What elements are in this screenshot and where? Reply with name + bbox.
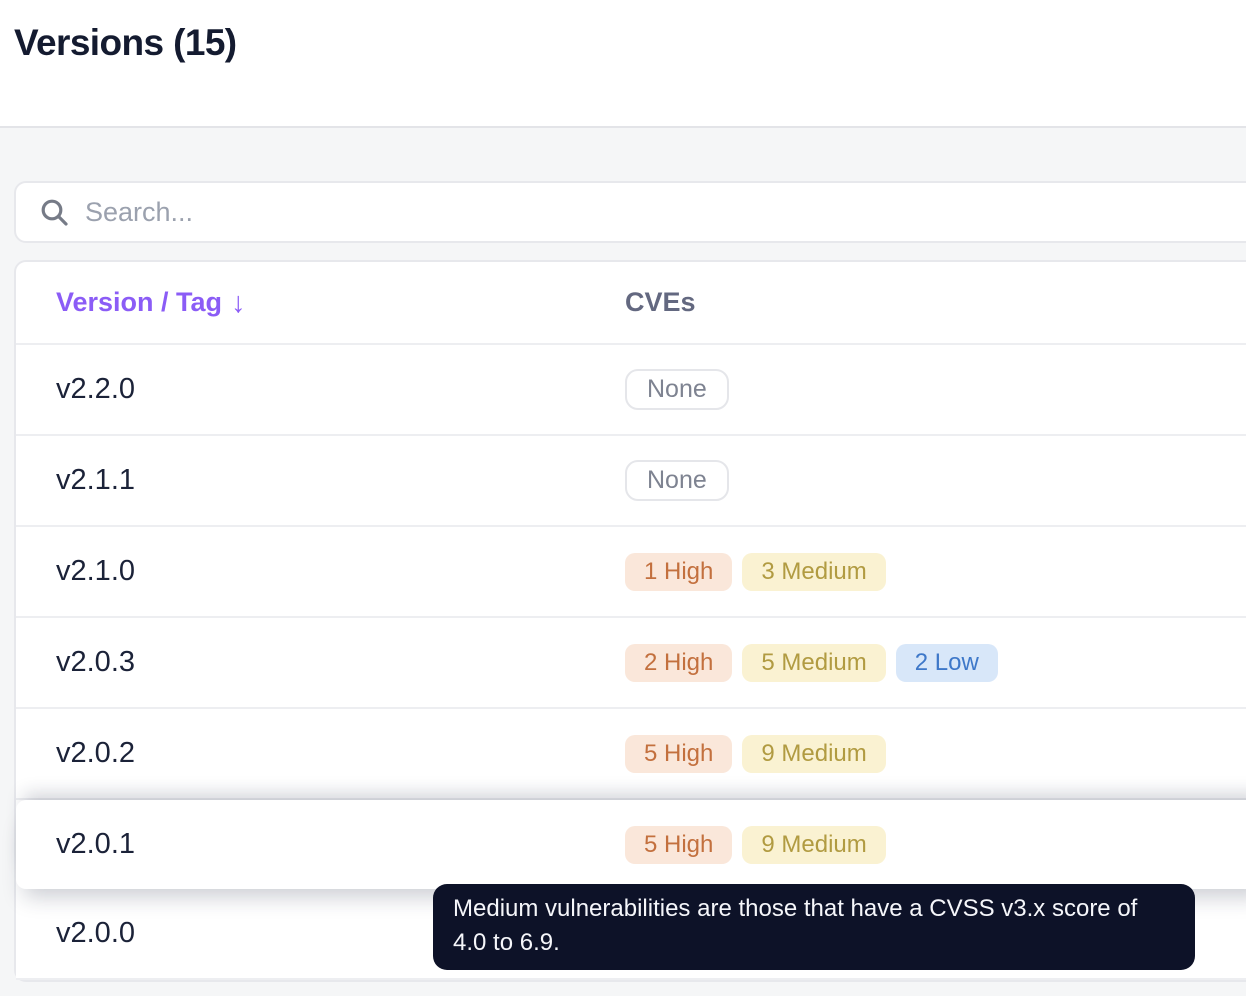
- cve-badge-none[interactable]: None: [625, 369, 729, 410]
- table-row[interactable]: v2.1.1 None: [16, 436, 1246, 527]
- cve-badge-medium[interactable]: 3 Medium: [742, 552, 886, 591]
- table-row[interactable]: v2.1.0 1 High 3 Medium: [16, 527, 1246, 618]
- table-row[interactable]: v2.2.0 None: [16, 345, 1246, 436]
- cve-badge-high[interactable]: 2 High: [625, 643, 733, 682]
- cve-badge-high[interactable]: 5 High: [625, 825, 733, 864]
- column-header-version-tag-label: Version / Tag: [56, 287, 223, 317]
- tooltip-medium-cves: Medium vulnerabilities are those that ha…: [433, 884, 1195, 970]
- cve-badge-medium[interactable]: 9 Medium: [742, 734, 886, 773]
- column-header-cves[interactable]: CVEs: [625, 287, 696, 317]
- table-header-row: Version / Tag ↓ CVEs: [16, 262, 1246, 345]
- search-icon: [38, 196, 70, 228]
- table-row[interactable]: v2.0.1 5 High 9 Medium: [16, 800, 1246, 889]
- cve-badge-medium[interactable]: 5 Medium: [742, 643, 886, 682]
- version-cell: v2.1.0: [56, 555, 135, 587]
- search-input[interactable]: [85, 183, 1246, 241]
- versions-table: Version / Tag ↓ CVEs v2.2.0 None v2.1.1 Non…: [14, 260, 1246, 982]
- table-row[interactable]: v2.0.2 5 High 9 Medium: [16, 709, 1246, 800]
- version-cell: v2.0.2: [56, 737, 135, 769]
- column-header-version-tag[interactable]: Version / Tag ↓: [56, 287, 246, 318]
- cve-badge-low[interactable]: 2 Low: [895, 643, 998, 682]
- cves-cell: 5 High 9 Medium: [625, 734, 1246, 773]
- sort-descending-icon: ↓: [231, 287, 246, 319]
- cve-badge-medium[interactable]: 9 Medium: [742, 825, 886, 864]
- page-title: Versions (15): [14, 22, 237, 63]
- cves-cell: 2 High 5 Medium 2 Low: [625, 643, 1246, 682]
- search-box: [14, 181, 1246, 243]
- page-header: Versions (15): [0, 0, 1246, 128]
- version-cell: v2.2.0: [56, 373, 135, 405]
- cve-badge-none[interactable]: None: [625, 460, 729, 501]
- version-cell: v2.0.0: [56, 917, 135, 949]
- version-cell: v2.1.1: [56, 464, 135, 496]
- cves-cell: None: [625, 369, 1246, 410]
- cve-badge-high[interactable]: 5 High: [625, 734, 733, 773]
- table-row[interactable]: v2.0.3 2 High 5 Medium 2 Low: [16, 618, 1246, 709]
- cves-cell: None: [625, 460, 1246, 501]
- cve-badge-high[interactable]: 1 High: [625, 552, 733, 591]
- version-cell: v2.0.1: [56, 828, 135, 860]
- version-cell: v2.0.3: [56, 646, 135, 678]
- cves-cell: 5 High 9 Medium: [625, 825, 1246, 864]
- cves-cell: 1 High 3 Medium: [625, 552, 1246, 591]
